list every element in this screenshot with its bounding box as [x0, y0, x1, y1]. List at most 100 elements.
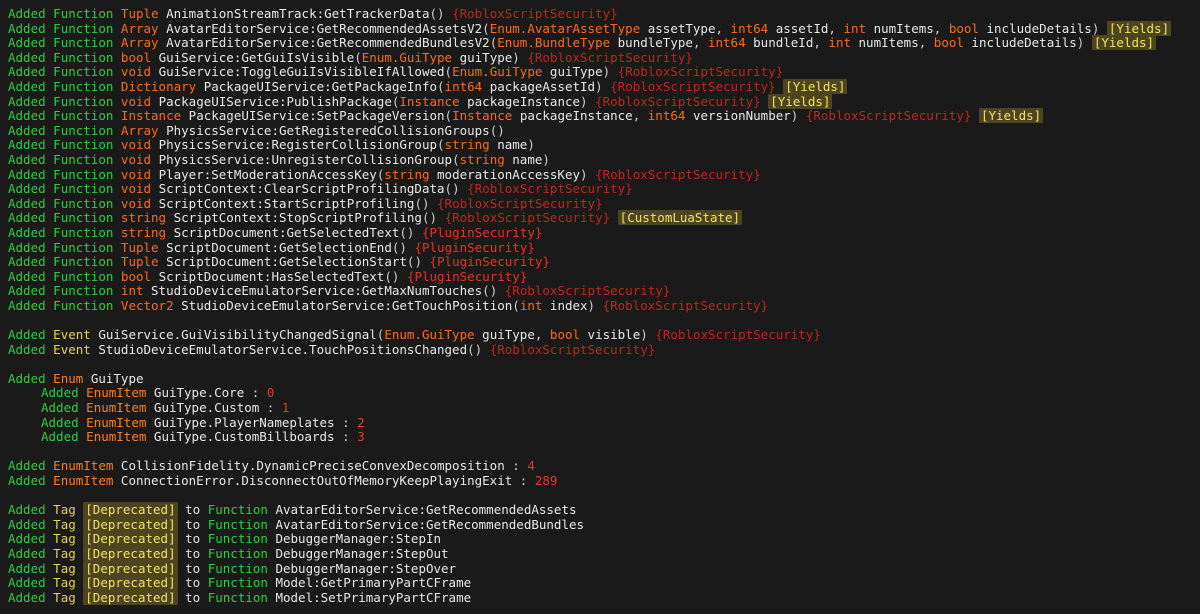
added-keyword: Added: [8, 108, 46, 124]
member-name: ScriptContext:ClearScriptProfilingData: [158, 181, 445, 197]
log-line-function: Added Function bool GuiService:GetGuiIsV…: [8, 49, 1200, 66]
added-keyword: Added: [8, 122, 46, 138]
entity-keyword: Function: [53, 195, 114, 211]
entity-keyword: Function: [53, 239, 114, 255]
param-type: int: [843, 20, 867, 36]
paren-close: ): [595, 78, 603, 94]
value-separator: :: [259, 400, 282, 416]
security-tag: {PluginSecurity}: [429, 254, 550, 270]
security-tag: {RobloxScriptSecurity}: [489, 341, 656, 357]
security-tag: {RobloxScriptSecurity}: [595, 166, 761, 182]
enumitem-name: GuiType.CustomBillboards: [153, 429, 335, 445]
enumitem-value: 3: [357, 429, 365, 445]
added-keyword: Added: [8, 575, 46, 591]
entity-keyword: Function: [53, 6, 114, 21]
param-name: moderationAccessKey: [429, 166, 581, 182]
param-type: int: [519, 297, 543, 313]
param-separator: ,: [632, 108, 648, 124]
security-tag: {PluginSecurity}: [414, 239, 535, 255]
added-keyword: Added: [8, 49, 46, 65]
entity-keyword: Tag: [53, 531, 76, 547]
params-empty: (): [406, 254, 422, 270]
entity-keyword: Function: [53, 268, 114, 284]
paren-close: ): [580, 166, 588, 182]
member-name: PackageUIService:SetPackageVersion: [188, 108, 445, 124]
params-empty: (): [489, 122, 505, 138]
added-keyword: Added: [8, 181, 46, 197]
security-tag: {RobloxScriptSecurity}: [452, 6, 618, 21]
badge-yields: [Yields]: [1106, 20, 1172, 36]
security-tag: {RobloxScriptSecurity}: [617, 64, 784, 80]
member-name: DebuggerManager:StepIn: [275, 531, 442, 547]
value-separator: :: [512, 473, 535, 488]
added-keyword: Added: [8, 502, 46, 518]
target-kind-keyword: Function: [207, 545, 268, 561]
member-name: DebuggerManager:StepOver: [275, 560, 457, 576]
enumitem-value: 2: [357, 414, 365, 430]
return-type: void: [120, 195, 152, 211]
added-keyword: Added: [8, 224, 46, 240]
return-type: Dictionary: [120, 78, 197, 94]
added-keyword: Added: [41, 429, 79, 445]
log-line-function: Added Function void PackageUIService:Pub…: [8, 93, 1200, 110]
paren-open: (: [437, 78, 445, 94]
log-line-function: Added Function Tuple ScriptDocument:GetS…: [8, 239, 1200, 256]
added-keyword: Added: [8, 195, 46, 211]
added-keyword: Added: [8, 239, 46, 255]
added-keyword: Added: [8, 78, 46, 94]
log-line-function: Added Function int StudioDeviceEmulatorS…: [8, 283, 1200, 299]
enumitem-name: ConnectionError.DisconnectOutOfMemoryKee…: [120, 473, 513, 488]
paren-close: ): [542, 151, 550, 167]
entity-keyword: Function: [53, 49, 114, 65]
log-line-enumitem: Added EnumItem GuiType.Custom : 1: [8, 400, 1200, 416]
paren-close: ): [527, 137, 535, 153]
member-name: AvatarEditorService:GetRecommendedAssets: [275, 502, 577, 518]
paren-close: ): [602, 64, 611, 80]
param-type: Enum.GuiType: [361, 49, 453, 65]
log-line-function: Added Function Array PhysicsService:GetR…: [8, 122, 1200, 139]
return-type: Array: [120, 122, 159, 138]
added-keyword: Added: [8, 458, 46, 474]
param-type: Enum.AvatarAssetType: [489, 20, 641, 36]
param-name: name: [489, 137, 528, 153]
member-name: AvatarEditorService:GetRecommendedBundle…: [166, 35, 490, 51]
added-keyword: Added: [8, 341, 46, 357]
entity-keyword: Function: [53, 93, 114, 109]
security-tag: {RobloxScriptSecurity}: [655, 327, 821, 343]
target-kind-keyword: Function: [207, 589, 268, 605]
log-line-function: Added Function Array AvatarEditorService…: [8, 20, 1200, 37]
to-keyword: to: [185, 589, 201, 605]
entity-keyword: Function: [53, 137, 114, 153]
param-type: int: [828, 35, 851, 51]
badge-yields: [Yields]: [1091, 35, 1157, 51]
member-name: AnimationStreamTrack:GetTrackerData: [166, 6, 430, 21]
paren-open: (: [354, 49, 362, 65]
added-keyword: Added: [8, 283, 46, 299]
param-separator: ,: [534, 327, 550, 343]
paren-close: ): [580, 93, 588, 109]
param-name: numItems: [866, 20, 934, 36]
badge-deprecated: [Deprecated]: [83, 560, 178, 576]
param-type: Enum.BundleType: [497, 35, 611, 51]
log-line-tag: Added Tag [Deprecated] to Function Debug…: [8, 560, 1200, 577]
security-tag: {RobloxScriptSecurity}: [610, 78, 776, 94]
log-line-function: Added Function Vector2 StudioDeviceEmula…: [8, 297, 1200, 314]
security-tag: {PluginSecurity}: [421, 224, 543, 240]
paren-open: (: [512, 297, 520, 313]
target-kind-keyword: Function: [207, 531, 268, 547]
member-name: ScriptDocument:GetSelectionStart: [166, 254, 407, 270]
entity-keyword: EnumItem: [86, 385, 147, 401]
log-line-function: Added Function Array AvatarEditorService…: [8, 35, 1200, 51]
enumitem-name: CollisionFidelity.DynamicPreciseConvexDe…: [120, 458, 505, 474]
paren-open: (: [444, 108, 453, 124]
param-type: bool: [948, 20, 979, 36]
paren-close: ): [512, 49, 520, 65]
return-type: string: [120, 224, 167, 240]
param-type: Enum.GuiType: [452, 64, 543, 80]
return-type: bool: [120, 268, 152, 284]
member-name: AvatarEditorService:GetRecommendedAssets…: [166, 20, 483, 36]
badge-deprecated: [Deprecated]: [83, 589, 178, 605]
param-separator: ,: [715, 20, 731, 36]
